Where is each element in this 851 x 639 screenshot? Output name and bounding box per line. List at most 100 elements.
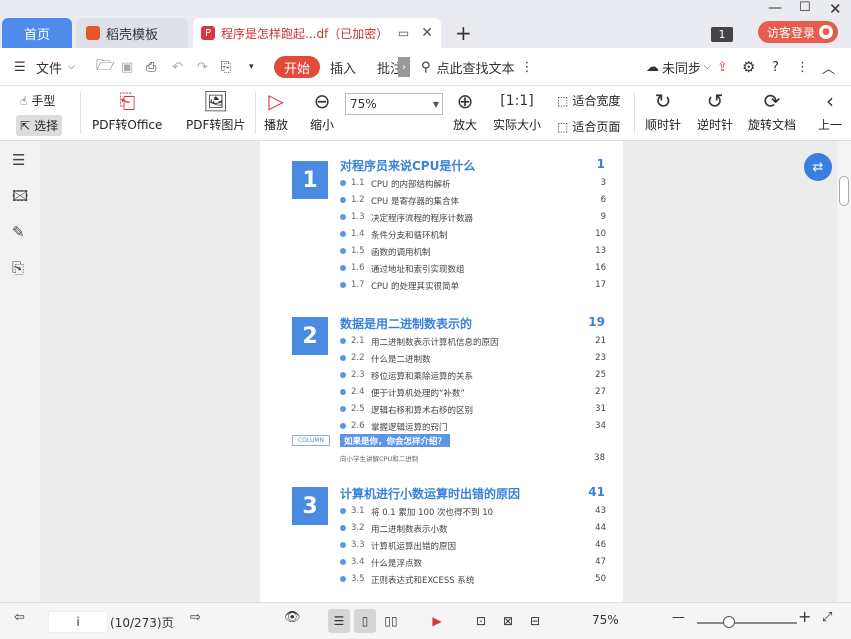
scrollbar-thumb[interactable]	[839, 176, 849, 206]
toc-entry[interactable]: 2.4 便于计算机处理的“补数” 27	[340, 387, 606, 399]
zoom-out-icon[interactable]: —	[672, 610, 685, 625]
tab-start[interactable]: 开始	[274, 56, 321, 78]
save-icon[interactable]: ▣	[121, 48, 133, 86]
rotate-ccw-button[interactable]: ↺ 逆时针	[697, 86, 733, 133]
toc-entry[interactable]: 3.4 什么是浮点数 47	[340, 557, 606, 569]
minimize-icon[interactable]: —	[768, 0, 782, 16]
toc-entry[interactable]: 3.3 计算机运算出错的原因 46	[340, 540, 606, 552]
page-number-input[interactable]: i	[48, 611, 108, 633]
chapter-1-title[interactable]: 对程序员来说CPU是什么	[340, 157, 475, 174]
fit-page-button[interactable]: ⬚ 适合页面	[557, 118, 620, 135]
play-button[interactable]: ▷ 播放	[264, 86, 288, 133]
fit-page-icon[interactable]: ⊠	[497, 609, 519, 633]
more-dropdown-icon[interactable]: ▾	[249, 48, 254, 86]
toc-entry[interactable]: 2.2 什么是二进制数 23	[340, 353, 606, 365]
toc-entry[interactable]: 1.5 函数的调用机制 13	[340, 246, 606, 258]
toc-entry[interactable]: 1.2 CPU 是寄存器的集合体 6	[340, 195, 606, 207]
fullscreen-icon[interactable]: ⤢	[822, 610, 832, 625]
select-tool-button[interactable]: ⇱ 选择	[16, 115, 63, 136]
print-icon[interactable]: ⎙	[146, 48, 156, 86]
fit-width-icon[interactable]: ⊟	[524, 609, 546, 633]
prev-page-button[interactable]: ‹ 上一	[818, 86, 842, 133]
tab-insert[interactable]: 插入	[330, 48, 356, 86]
settings-icon[interactable]: ⚙	[742, 48, 755, 86]
zoom-level[interactable]: 75%	[592, 613, 619, 627]
window-icon[interactable]: ▭	[398, 26, 409, 40]
scroll-tabs-right-icon[interactable]: ›	[398, 57, 410, 77]
zoom-in-button[interactable]: ⊕ 放大	[453, 86, 477, 133]
toc-entry-title: CPU 的内部结构解析	[371, 180, 451, 190]
single-page-view-icon[interactable]: ☰	[328, 609, 350, 633]
vertical-scrollbar[interactable]	[837, 141, 851, 602]
search-box[interactable]: ⚲ 点此查找文本 ⋮	[421, 48, 534, 86]
toc-entry[interactable]: 3.1 将 0.1 累加 100 次也得不到 10 43	[340, 506, 606, 518]
outline-icon[interactable]: ☰	[12, 151, 25, 169]
toc-entry[interactable]: 2.5 逻辑右移和算术右移的区别 31	[340, 404, 606, 416]
tab-document[interactable]: P 程序是怎样跑起...df（已加密） ▭ ✕	[193, 18, 441, 48]
toc-entry[interactable]: 1.4 条件分支和循环机制 10	[340, 229, 606, 241]
annotation-pen-icon[interactable]: ✎	[12, 223, 25, 241]
prev-page-icon[interactable]: ⇦	[14, 610, 25, 625]
play-icon[interactable]: ▶	[426, 609, 448, 633]
share-icon[interactable]: ⇪	[717, 48, 728, 86]
zoom-in-icon[interactable]: +	[798, 607, 811, 626]
open-icon[interactable]: 🗁	[96, 48, 115, 86]
floating-tool-button[interactable]: ⇄	[804, 153, 832, 181]
zoom-out-button[interactable]: ⊖ 缩小	[310, 86, 334, 133]
more-icon[interactable]: ⋮	[521, 60, 534, 75]
toc-entry[interactable]: 3.2 用二进制数表示小数 44	[340, 523, 606, 535]
file-menu[interactable]: 文件 ⌵	[36, 48, 75, 86]
two-page-view-icon[interactable]: ▯▯	[380, 609, 402, 633]
zoom-slider[interactable]	[697, 622, 797, 624]
zoom-slider-handle[interactable]	[723, 616, 735, 628]
export-icon[interactable]: ⎘	[221, 48, 231, 86]
chapter-2-title[interactable]: 数据是用二进制数表示的	[340, 315, 472, 332]
next-page-icon[interactable]: ⇨	[190, 610, 201, 625]
actual-size-icon[interactable]: ⊡	[470, 609, 492, 633]
toc-entry[interactable]: 3.5 正则表达式和EXCESS 系统 50	[340, 574, 606, 586]
toc-entry[interactable]: 2.1 用二进制数表示计算机信息的原因 21	[340, 336, 606, 348]
chapter-3-title[interactable]: 计算机进行小数运算时出错的原因	[340, 485, 520, 502]
toc-entry[interactable]: 1.6 通过地址和索引实现数组 16	[340, 263, 606, 275]
undo-icon[interactable]: ↶	[172, 48, 183, 86]
login-button[interactable]: 访客登录 ●	[758, 21, 838, 43]
new-tab-icon[interactable]: +	[455, 21, 472, 45]
export-page-icon[interactable]: ⎘	[12, 259, 24, 277]
document-viewport[interactable]: 1 对程序员来说CPU是什么 1 1.1 CPU 的内部结构解析 3 1.2 CPU …	[40, 141, 837, 602]
pdf-to-office-button[interactable]: ⎗ PDF转Office	[92, 86, 162, 133]
sync-status[interactable]: ☁ 未同步 ⌵	[646, 48, 711, 86]
toc-entry[interactable]: 1.7 CPU 的处理其实很简单 17	[340, 280, 606, 292]
toc-entry[interactable]: 1.1 CPU 的内部结构解析 3	[340, 178, 606, 190]
toc-entry[interactable]: 1.3 决定程序流程的程序计数器 9	[340, 212, 606, 224]
close-tab-icon[interactable]: ✕	[421, 25, 433, 41]
file-menu-label: 文件	[36, 61, 63, 77]
pdf-to-office-icon: ⎗	[119, 89, 136, 113]
maximize-icon[interactable]: ☐	[799, 0, 811, 15]
zoom-select[interactable]: 75% ▼	[345, 93, 443, 115]
window-count-badge[interactable]: 1	[711, 27, 733, 42]
rotate-document-button[interactable]: ⟳ 旋转文档	[748, 86, 796, 133]
tab-home[interactable]: 首页	[2, 18, 72, 48]
hand-tool-button[interactable]: ☝ 手型	[20, 92, 55, 109]
tab-template[interactable]: 稻壳模板	[76, 18, 188, 48]
hand-icon: ☝	[20, 93, 28, 108]
help-icon[interactable]: ?	[772, 48, 779, 86]
continuous-view-icon[interactable]: ▯	[354, 609, 376, 633]
pdf-to-image-button[interactable]: 🖼 PDF转图片	[186, 86, 245, 133]
collapse-ribbon-icon[interactable]: ︿	[822, 48, 835, 86]
actual-size-button[interactable]: [1:1] 实际大小	[493, 86, 541, 133]
bullet-icon	[340, 180, 346, 186]
more-icon[interactable]: ⋮	[796, 48, 809, 86]
toc-entry[interactable]: 2.6 掌握逻辑运算的窍门 34	[340, 421, 606, 433]
eye-icon[interactable]: 👁	[284, 610, 301, 625]
thumbnail-icon[interactable]: 🖾	[12, 186, 28, 211]
rotate-cw-button[interactable]: ↻ 顺时针	[645, 86, 681, 133]
fit-width-button[interactable]: ⬚ 适合宽度	[557, 92, 620, 109]
toc-entry-num: 2.1	[351, 336, 365, 346]
redo-icon[interactable]: ↷	[197, 48, 208, 86]
sync-label: 未同步	[662, 61, 702, 77]
menu-icon[interactable]: ☰	[14, 48, 26, 86]
column-title[interactable]: 如果是你，你会怎样介绍？	[340, 434, 450, 447]
toc-entry[interactable]: 2.3 移位运算和乘除运算的关系 25	[340, 370, 606, 382]
close-window-icon[interactable]: ✕	[829, 0, 842, 18]
